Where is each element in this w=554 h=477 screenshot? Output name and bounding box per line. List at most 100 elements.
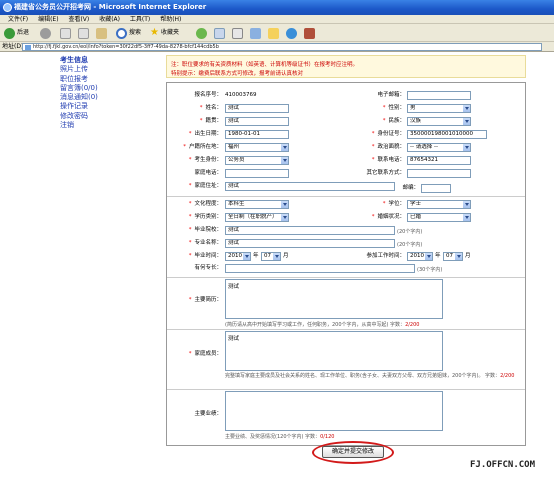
native-field[interactable]: 测试 bbox=[225, 117, 289, 126]
menu-bar: 文件(F) 编辑(E) 查看(V) 收藏(A) 工具(T) 帮助(H) bbox=[0, 15, 554, 24]
stop-button[interactable] bbox=[60, 27, 73, 39]
home-button[interactable] bbox=[96, 27, 109, 39]
notice-box: 注：职位要求的有关资质材料（如英语、计算机等级证书）在报考时应注明。 特别提示：… bbox=[166, 55, 526, 78]
section-divider bbox=[167, 329, 525, 330]
resume-hint: (简历请从高中开始填写学习或工作，任何职务，200个字内，从高中写起) 字数：2… bbox=[225, 322, 420, 328]
address-field[interactable]: 测试 bbox=[225, 182, 395, 191]
resume-textarea[interactable]: 测试 bbox=[225, 279, 443, 319]
address-label: * 家庭住址： bbox=[188, 183, 222, 189]
postcode-field[interactable] bbox=[421, 184, 451, 193]
id-label: * 身份证号： bbox=[371, 131, 405, 137]
address-input[interactable]: http://fj.fjkl.gov.cn/eol/info?token=30f… bbox=[22, 43, 542, 51]
gender-select[interactable]: 男 bbox=[407, 104, 471, 113]
degree-select[interactable]: 学士 bbox=[407, 200, 471, 209]
name-label: * 姓名： bbox=[199, 105, 222, 111]
messenger-button[interactable] bbox=[286, 27, 299, 39]
edit-button[interactable] bbox=[250, 27, 263, 39]
homephone-field[interactable] bbox=[225, 169, 289, 178]
status-select[interactable]: 公务员 bbox=[225, 156, 289, 165]
search-button[interactable]: 搜索 bbox=[116, 27, 141, 39]
star-icon: ★ bbox=[150, 27, 159, 38]
major-hint: (20个字内) bbox=[397, 242, 423, 248]
address-label: 地址(D) bbox=[2, 43, 24, 50]
marital-select[interactable]: 已婚 bbox=[407, 213, 471, 222]
media-button[interactable] bbox=[196, 27, 209, 39]
mail-button[interactable] bbox=[214, 27, 227, 39]
menu-view[interactable]: 查看(V) bbox=[68, 15, 89, 24]
native-label: * 籍贯： bbox=[199, 118, 222, 124]
hukou-select[interactable]: 福州 bbox=[225, 143, 289, 152]
ethnic-select[interactable]: 汉族 bbox=[407, 117, 471, 126]
sidebar-item-password[interactable]: 修改密码 bbox=[60, 112, 160, 121]
degree-label: * 学位： bbox=[382, 201, 405, 207]
reg-no-label: 报名序号： bbox=[194, 92, 222, 98]
sidebar-item-logs[interactable]: 操作记录 bbox=[60, 102, 160, 111]
skill-field[interactable] bbox=[225, 264, 415, 273]
tools-icon bbox=[304, 27, 315, 39]
grad-year-unit: 年 bbox=[253, 253, 259, 259]
address-bar: 地址(D) http://fj.fjkl.gov.cn/eol/info?tok… bbox=[0, 42, 554, 52]
edu-label: * 文化程度： bbox=[188, 201, 222, 207]
perf-textarea[interactable] bbox=[225, 391, 443, 431]
menu-tools[interactable]: 工具(T) bbox=[130, 15, 150, 24]
tools-button[interactable] bbox=[304, 27, 317, 39]
section-divider bbox=[167, 389, 525, 390]
section-divider bbox=[167, 277, 525, 278]
sidebar-nav: 考生信息 照片上传 职位报考 留言簿(0/0) 消息通知(0) 操作记录 修改密… bbox=[60, 56, 160, 130]
sidebar-item-guestbook[interactable]: 留言簿(0/0) bbox=[60, 84, 160, 93]
window-title: 福建省公务员公开招考网 - Microsoft Internet Explore… bbox=[14, 3, 207, 11]
sidebar-item-photo-upload[interactable]: 照片上传 bbox=[60, 65, 160, 74]
email-field[interactable] bbox=[407, 91, 471, 100]
refresh-button[interactable] bbox=[78, 27, 91, 39]
folder-button[interactable] bbox=[268, 27, 281, 39]
sidebar-item-logout[interactable]: 注销 bbox=[60, 121, 160, 130]
forward-button[interactable] bbox=[40, 27, 53, 39]
school-hint: (20个字内) bbox=[397, 229, 423, 235]
grad-month-unit: 月 bbox=[283, 253, 289, 259]
notice-line-1: 注：职位要求的有关资质材料（如英语、计算机等级证书）在报考时应注明。 bbox=[171, 62, 359, 68]
page-icon bbox=[25, 45, 31, 50]
print-icon bbox=[232, 27, 243, 39]
forward-arrow-icon bbox=[40, 27, 51, 39]
major-label: * 专业名称： bbox=[188, 240, 222, 246]
work-year-select[interactable]: 2010 bbox=[407, 252, 433, 261]
browser-window: 福建省公务员公开招考网 - Microsoft Internet Explore… bbox=[0, 0, 554, 477]
homephone-label: 家庭电话： bbox=[194, 170, 222, 176]
major-field[interactable]: 测试 bbox=[225, 239, 395, 248]
eduform-select[interactable]: 全日制（在职脱产） bbox=[225, 213, 289, 222]
othercontact-field[interactable] bbox=[407, 169, 471, 178]
toolbar: 后退 搜索 ★ 收藏夹 bbox=[0, 24, 554, 42]
back-button[interactable]: 后退 bbox=[4, 27, 29, 39]
family-label: * 家庭成员： bbox=[188, 351, 222, 357]
menu-file[interactable]: 文件(F) bbox=[8, 15, 28, 24]
notice-line-2: 特别提示：缴费后联系方式可修改，报考前请认真核对 bbox=[171, 71, 304, 77]
school-field[interactable]: 测试 bbox=[225, 226, 395, 235]
name-field[interactable]: 测试 bbox=[225, 104, 289, 113]
grad-month-select[interactable]: 07 bbox=[261, 252, 281, 261]
work-year-unit: 年 bbox=[435, 253, 441, 259]
submit-button[interactable]: 确定并提交修改 bbox=[322, 446, 384, 458]
birth-field[interactable]: 1980-01-01 bbox=[225, 130, 289, 139]
worktime-label: 参加工作时间： bbox=[366, 253, 405, 259]
grad-year-select[interactable]: 2010 bbox=[225, 252, 251, 261]
political-select[interactable]: -- 请选择 -- bbox=[407, 143, 471, 152]
menu-favorites[interactable]: 收藏(A) bbox=[99, 15, 120, 24]
skill-hint: (30个字内) bbox=[417, 267, 443, 273]
home-icon bbox=[96, 27, 107, 39]
email-label: 电子邮箱： bbox=[377, 92, 405, 98]
favorites-button[interactable]: ★ 收藏夹 bbox=[150, 27, 179, 39]
id-field[interactable]: 350000198001010000 bbox=[407, 130, 487, 139]
back-arrow-icon bbox=[4, 27, 15, 39]
sidebar-item-apply[interactable]: 职位报考 bbox=[60, 75, 160, 84]
watermark: FJ.OFFCN.COM bbox=[470, 460, 536, 470]
family-textarea[interactable]: 测试 bbox=[225, 331, 443, 371]
sidebar-item-candidate-info[interactable]: 考生信息 bbox=[60, 56, 160, 65]
refresh-icon bbox=[78, 27, 89, 39]
menu-help[interactable]: 帮助(H) bbox=[160, 15, 181, 24]
work-month-select[interactable]: 07 bbox=[443, 252, 463, 261]
perf-hint: 主要业绩、及奖惩情况(120个字内) 字数：0/120 bbox=[225, 434, 335, 440]
print-button[interactable] bbox=[232, 27, 245, 39]
edu-select[interactable]: 本科生 bbox=[225, 200, 289, 209]
menu-edit[interactable]: 编辑(E) bbox=[38, 15, 58, 24]
phone-field[interactable]: 87654321 bbox=[407, 156, 471, 165]
